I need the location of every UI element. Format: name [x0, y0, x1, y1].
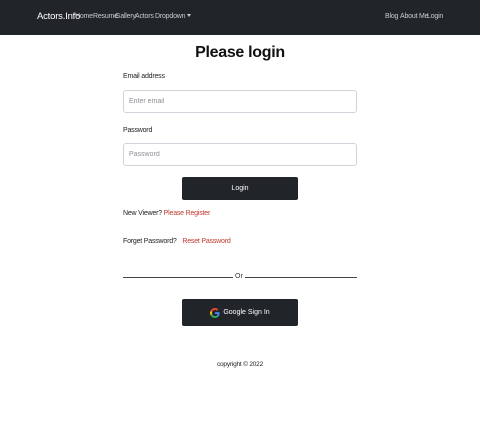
register-row: New Viewer? Please Register: [123, 210, 210, 217]
google-sign-in-button[interactable]: Google Sign In: [182, 299, 298, 326]
google-sign-in-label: Google Sign In: [223, 309, 270, 316]
divider-right: [245, 277, 357, 278]
page-title: Please login: [195, 44, 285, 61]
nav-link-blog[interactable]: Blog: [385, 13, 398, 20]
nav-link-gallery[interactable]: Gallery: [115, 13, 136, 20]
copyright-text: copyright © 2022: [216, 361, 264, 368]
navbar: Actors.Info Home Resume Gallery Actors D…: [0, 0, 480, 35]
google-logo-icon: [210, 307, 220, 318]
brand-link[interactable]: Actors.Info: [37, 11, 80, 22]
email-label: Email address: [123, 73, 165, 80]
divider-left: [123, 277, 233, 278]
password-label: Password: [123, 127, 153, 134]
caret-down-icon: [187, 14, 192, 17]
forget-password-text: Forget Password?: [123, 238, 177, 245]
password-field[interactable]: [123, 143, 357, 166]
reset-password-link[interactable]: Reset Password: [182, 238, 230, 245]
reset-row: Forget Password? Reset Password: [123, 238, 231, 245]
nav-link-home[interactable]: Home: [75, 13, 93, 20]
nav-link-login[interactable]: Login: [427, 13, 443, 20]
new-viewer-text: New Viewer?: [123, 210, 162, 217]
nav-dropdown-label: Dropdown: [155, 13, 186, 20]
login-button[interactable]: Login: [182, 177, 298, 200]
or-text: Or: [235, 273, 243, 280]
register-link[interactable]: Please Register: [164, 210, 211, 217]
nav-dropdown[interactable]: Dropdown: [155, 13, 192, 20]
nav-link-about-me[interactable]: About Me: [400, 13, 429, 20]
email-field[interactable]: [123, 90, 357, 113]
nav-link-actors[interactable]: Actors: [135, 13, 154, 20]
